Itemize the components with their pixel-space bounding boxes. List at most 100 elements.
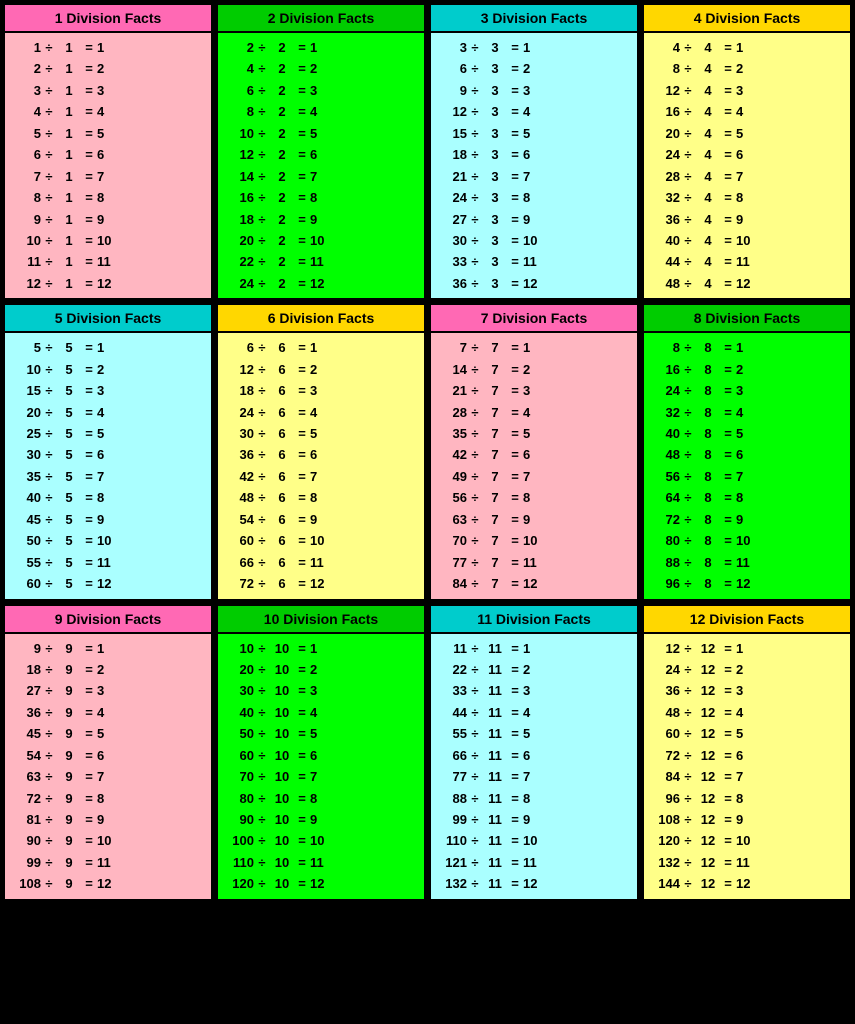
section-8: 8 Division Facts8÷8=116÷8=224÷8=332÷8=44… xyxy=(642,303,852,600)
fact-cell: ÷ xyxy=(254,359,270,380)
fact-cell: ÷ xyxy=(41,273,57,294)
fact-cell: 42 xyxy=(437,444,467,465)
fact-row: 4÷4=1 xyxy=(650,37,844,58)
fact-cell: ÷ xyxy=(467,466,483,487)
fact-cell: 6 xyxy=(270,444,294,465)
fact-cell: 60 xyxy=(224,530,254,551)
fact-cell: = xyxy=(720,638,736,659)
fact-cell: 8 xyxy=(736,187,760,208)
fact-row: 5÷5=1 xyxy=(11,337,205,358)
fact-cell: ÷ xyxy=(41,37,57,58)
fact-cell: 36 xyxy=(650,680,680,701)
fact-row: 42÷7=6 xyxy=(437,444,631,465)
fact-cell: ÷ xyxy=(680,402,696,423)
fact-cell: ÷ xyxy=(254,680,270,701)
fact-cell: 22 xyxy=(224,251,254,272)
fact-cell: ÷ xyxy=(41,187,57,208)
fact-cell: 2 xyxy=(523,659,547,680)
fact-cell: = xyxy=(81,166,97,187)
fact-cell: ÷ xyxy=(254,830,270,851)
fact-cell: 4 xyxy=(696,101,720,122)
fact-row: 7÷1=7 xyxy=(11,166,205,187)
fact-cell: ÷ xyxy=(254,573,270,594)
fact-cell: 11 xyxy=(483,830,507,851)
section-body-1: 1÷1=12÷1=23÷1=34÷1=45÷1=56÷1=67÷1=78÷1=8… xyxy=(5,33,211,298)
fact-cell: 1 xyxy=(57,123,81,144)
fact-cell: = xyxy=(720,788,736,809)
section-header-6: 6 Division Facts xyxy=(218,305,424,333)
fact-cell: 40 xyxy=(11,487,41,508)
fact-cell: 9 xyxy=(11,209,41,230)
fact-cell: 15 xyxy=(11,380,41,401)
fact-cell: ÷ xyxy=(467,251,483,272)
fact-cell: 72 xyxy=(650,509,680,530)
fact-cell: 4 xyxy=(696,209,720,230)
fact-cell: 9 xyxy=(310,509,334,530)
fact-cell: 10 xyxy=(270,766,294,787)
fact-cell: 60 xyxy=(650,723,680,744)
fact-cell: 9 xyxy=(57,809,81,830)
fact-row: 12÷2=6 xyxy=(224,144,418,165)
fact-cell: 6 xyxy=(270,380,294,401)
fact-cell: ÷ xyxy=(254,638,270,659)
fact-cell: ÷ xyxy=(680,638,696,659)
fact-cell: 66 xyxy=(437,745,467,766)
fact-cell: 8 xyxy=(310,187,334,208)
fact-cell: = xyxy=(720,659,736,680)
section-body-7: 7÷7=114÷7=221÷7=328÷7=435÷7=542÷7=649÷7=… xyxy=(431,333,637,598)
fact-row: 50÷5=10 xyxy=(11,530,205,551)
fact-cell: = xyxy=(720,809,736,830)
fact-cell: 1 xyxy=(97,37,121,58)
fact-cell: 7 xyxy=(97,466,121,487)
fact-cell: ÷ xyxy=(254,766,270,787)
fact-cell: ÷ xyxy=(41,402,57,423)
fact-cell: 8 xyxy=(696,380,720,401)
fact-cell: = xyxy=(720,209,736,230)
fact-cell: = xyxy=(720,230,736,251)
fact-cell: ÷ xyxy=(680,337,696,358)
fact-cell: ÷ xyxy=(254,745,270,766)
fact-cell: ÷ xyxy=(41,466,57,487)
fact-cell: 5 xyxy=(310,123,334,144)
fact-cell: 11 xyxy=(483,702,507,723)
fact-cell: 12 xyxy=(310,273,334,294)
fact-row: 63÷7=9 xyxy=(437,509,631,530)
fact-cell: = xyxy=(720,144,736,165)
fact-cell: 9 xyxy=(57,638,81,659)
fact-cell: ÷ xyxy=(254,487,270,508)
fact-cell: 11 xyxy=(483,638,507,659)
fact-cell: 8 xyxy=(650,337,680,358)
fact-cell: ÷ xyxy=(41,380,57,401)
fact-row: 6÷1=6 xyxy=(11,144,205,165)
fact-row: 24÷8=3 xyxy=(650,380,844,401)
fact-row: 27÷9=3 xyxy=(11,680,205,701)
fact-row: 54÷6=9 xyxy=(224,509,418,530)
fact-cell: 21 xyxy=(437,380,467,401)
fact-cell: 90 xyxy=(224,809,254,830)
fact-cell: 11 xyxy=(310,852,334,873)
fact-cell: = xyxy=(507,58,523,79)
fact-row: 24÷12=2 xyxy=(650,659,844,680)
fact-cell: = xyxy=(81,123,97,144)
fact-cell: 5 xyxy=(523,723,547,744)
fact-row: 16÷2=8 xyxy=(224,187,418,208)
fact-cell: = xyxy=(294,509,310,530)
fact-cell: = xyxy=(720,359,736,380)
fact-cell: 100 xyxy=(224,830,254,851)
fact-cell: ÷ xyxy=(467,638,483,659)
fact-row: 50÷10=5 xyxy=(224,723,418,744)
fact-row: 99÷9=11 xyxy=(11,852,205,873)
fact-cell: 12 xyxy=(523,273,547,294)
fact-cell: 56 xyxy=(437,487,467,508)
fact-cell: 1 xyxy=(57,273,81,294)
fact-row: 35÷5=7 xyxy=(11,466,205,487)
fact-cell: 1 xyxy=(57,144,81,165)
fact-row: 49÷7=7 xyxy=(437,466,631,487)
fact-cell: 30 xyxy=(224,423,254,444)
fact-cell: 77 xyxy=(437,766,467,787)
fact-cell: 3 xyxy=(483,209,507,230)
fact-cell: = xyxy=(81,788,97,809)
fact-cell: = xyxy=(294,80,310,101)
fact-row: 56÷7=8 xyxy=(437,487,631,508)
fact-cell: 25 xyxy=(11,423,41,444)
